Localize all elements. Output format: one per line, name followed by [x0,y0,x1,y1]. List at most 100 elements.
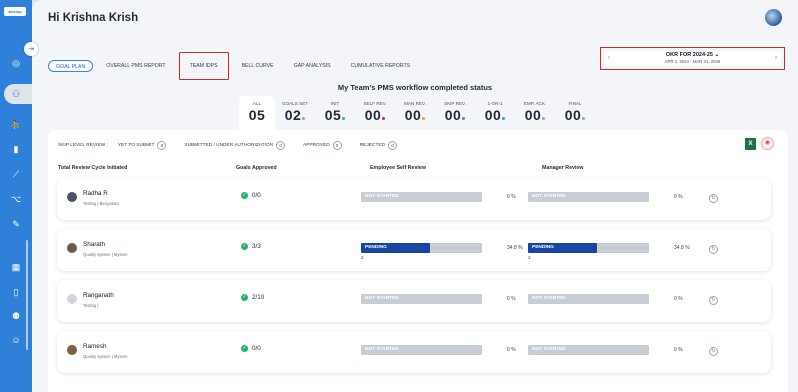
self-review-percent: 0 % [507,296,516,302]
refresh-icon[interactable]: ↻ [709,245,718,254]
collapse-icon[interactable]: ⇥ [24,42,38,56]
tab-gap-analysis[interactable]: GAP ANALYSIS [287,60,338,72]
filter-count: 0 [276,141,286,150]
stat-1-on-1[interactable]: 1-ON-1 00 [475,96,515,130]
stat-final[interactable]: FINAL 00 [555,96,595,130]
okr-period-selector[interactable]: ‹ OKR FOR 2024-25 ⌄ APR 1, 2024 - MAR 31… [604,51,781,66]
team-review-panel: SKIP LEVEL REVIEW : YET TO SUBMIT 0 SUBMI… [48,130,788,392]
stat-label: ALL [252,101,262,106]
stat-number: 05 [324,107,342,123]
stat-skip-rev[interactable]: SKIP REV. 00 [435,96,475,130]
pdf-export-icon[interactable]: ◉ [761,137,774,150]
skip-level-filter: SKIP LEVEL REVIEW : YET TO SUBMIT 0 SUBMI… [58,141,411,150]
stat-value: 02 [275,107,315,123]
okr-period-title[interactable]: OKR FOR 2024-25 ⌄ [604,52,781,58]
status-dot [382,117,386,120]
employee-name[interactable]: Ranganath [83,292,114,299]
avatar[interactable] [765,9,782,26]
stat-value: 00 [435,107,475,123]
check-icon: ✓ [241,345,248,352]
target-icon[interactable]: ◎ [9,56,23,70]
manager-review-percent: 0 % [674,347,683,353]
employee-row[interactable]: Ramesh Quality system | Mysore ✓ 0/0 NOT STA… [57,331,771,373]
sidebar-scrollbar[interactable] [26,240,28,350]
calendar-icon[interactable]: ▦ [9,260,23,274]
book2-icon[interactable]: ▯ [9,285,23,299]
column-header-name: Total Review Cycle Initiated [58,165,128,171]
excel-export-icon[interactable]: X [745,138,756,150]
stat-value: 05 [315,107,355,123]
manager-review-progress-bar: NOT STARTED [528,294,649,304]
employee-department: Testing | [83,303,99,308]
filter-label: REJECTED [359,143,386,148]
employee-row[interactable]: Radha R Testing | Bengaluru ✓ 0/0 NOT STARTE… [57,178,771,220]
manager-review-progress-bar: NOT STARTED [528,192,649,202]
filter-label: APPROVED [303,143,330,148]
avatar [67,192,77,202]
self-review-status-text: NOT STARTED [365,194,399,199]
employee-name[interactable]: Ramesh [83,343,106,350]
filter-count: 0 [388,141,398,150]
employee-row[interactable]: Sharath Quality system | Mysore ✓ 3/3 PENDIN… [57,229,771,271]
manager-review-percent: 0 % [674,296,683,302]
status-title: My Team's PMS workflow completed status [337,83,493,92]
stat-label: INIT [330,101,340,106]
stat-label: MAN REV. [404,101,426,106]
refresh-icon[interactable]: ↻ [709,194,718,203]
stat-goals-set[interactable]: GOALS SET 02 [275,96,315,130]
refresh-icon[interactable]: ↻ [709,296,718,305]
self-review-progress-bar: NOT STARTED [361,294,482,304]
skip-level-label: SKIP LEVEL REVIEW : [58,143,108,148]
prev-period-icon[interactable]: ‹ [608,55,610,61]
walk-icon[interactable]: ⛹ [9,118,23,132]
okr-period-range: APR 1, 2024 - MAR 31, 2025 [664,59,721,64]
status-dot [422,117,426,120]
stat-number: 00 [484,107,502,123]
stat-label: FINAL [568,101,582,106]
team-icon[interactable]: ⚇ [9,87,23,101]
stat-self-rev[interactable]: SELF REV. 00 [355,96,395,130]
employee-name[interactable]: Sharath [83,241,105,248]
filter-rejected[interactable]: REJECTED 0 [359,141,398,150]
goals-approved-value: 0/0 [252,344,261,352]
tab-cumulative-reports[interactable]: CUMULATIVE REPORTS [344,60,417,72]
tab-team-idps[interactable]: TEAM IDPS [178,52,229,80]
filter-yet-to-submit[interactable]: YET TO SUBMIT 0 [118,141,167,150]
column-header-goals: Goals Approved [236,165,277,171]
filter-submitted[interactable]: SUBMITTED / UNDER AUTHORIZATION 0 [184,141,286,150]
person-icon[interactable]: ☺ [9,333,23,347]
column-header-self-review: Employee Self Review [370,165,426,171]
flow-icon[interactable]: ⌥ [9,192,23,206]
self-review-percent: 0 % [507,194,516,200]
status-dot [302,117,306,120]
stat-emp-ack[interactable]: EMP. ACK. 00 [515,96,555,130]
avatar [67,294,77,304]
avatar [67,243,77,253]
self-review-status-text: NOT STARTED [365,296,399,301]
manager-review-percent: 34.8 % [674,245,690,251]
edit-icon[interactable]: ✎ [9,217,23,231]
self-review-status-text: NOT STARTED [365,347,399,352]
status-dot [342,117,346,120]
book-icon[interactable]: ▮ [9,142,23,156]
tab-goal-plan[interactable]: GOAL PLAN [48,60,94,72]
filter-approved[interactable]: APPROVED 0 [303,141,342,150]
avatar [67,345,77,355]
employee-department: Quality system | Mysore [83,354,128,359]
filter-count: 0 [157,141,167,150]
tab-overall-pms-report[interactable]: OVERALL PMS REPORT [99,60,172,72]
refresh-icon[interactable]: ↻ [709,347,718,356]
tab-bell-curve[interactable]: BELL CURVE [235,60,281,72]
employee-name[interactable]: Radha R [83,190,108,197]
stat-all[interactable]: ALL 05 [239,96,275,130]
employee-row[interactable]: Ranganath Testing | ✓ 2/10 NOT STARTED 0 % NOT… [57,280,771,322]
people-icon[interactable]: ⚉ [9,309,23,323]
self-review-progress-bar: PENDING [361,243,482,253]
stat-man-rev[interactable]: MAN REV. 00 [395,96,435,130]
chart-icon[interactable]: ⟋ [9,167,23,181]
workflow-stats: ALL 05 GOALS SET 02 INIT 05 SELF REV. 00 MAN REV… [239,96,595,130]
stat-number: 00 [364,107,382,123]
stat-init[interactable]: INIT 05 [315,96,355,130]
filter-label: YET TO SUBMIT [117,143,155,148]
next-period-icon[interactable]: › [775,55,777,61]
